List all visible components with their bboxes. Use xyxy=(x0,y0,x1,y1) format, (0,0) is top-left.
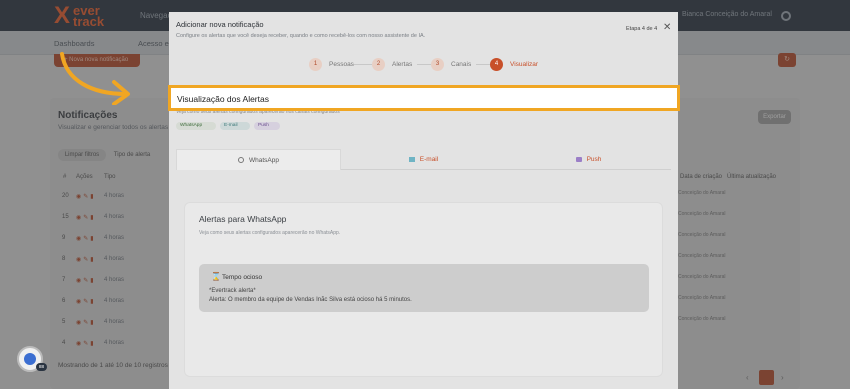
section-title-highlight: Visualização dos Alertas xyxy=(168,85,680,111)
stepper: 1 Pessoas 2 Alertas 3 Canais 4 Visualiza… xyxy=(309,58,549,72)
hourglass-icon: ⌛ xyxy=(211,272,221,281)
channel-tabs: WhatsApp E-mail Push xyxy=(176,149,671,170)
help-badge: 88 xyxy=(36,363,47,371)
panel-title: Alertas para WhatsApp xyxy=(199,214,287,224)
tab-push[interactable]: Push xyxy=(506,149,671,170)
panel-subtitle: Veja como seus alertas configurados apar… xyxy=(199,230,341,236)
tab-email[interactable]: E-mail xyxy=(341,149,506,170)
chip-whatsapp: WhatsApp xyxy=(176,122,216,130)
whatsapp-icon xyxy=(238,157,244,164)
alert-name: Tempo ocioso xyxy=(222,274,263,281)
pointer-arrow-icon xyxy=(60,52,130,105)
tab-whatsapp[interactable]: WhatsApp xyxy=(176,149,341,170)
close-icon[interactable]: ✕ xyxy=(663,23,671,33)
chip-push: Push xyxy=(254,122,280,130)
bell-icon xyxy=(575,156,582,162)
chip-email: E-mail xyxy=(220,122,250,130)
alert-message-header: *Evertrack alerta* xyxy=(209,288,256,294)
modal-subtitle: Configure os alertas que você deseja rec… xyxy=(176,33,426,39)
alert-preview-card: ⌛ Tempo ocioso *Evertrack alerta* Alerta… xyxy=(199,264,649,312)
add-notification-modal: Adicionar nova notificação Configure os … xyxy=(169,12,678,389)
modal-title: Adicionar nova notificação xyxy=(176,20,264,29)
step-indicator: Etapa 4 de 4 xyxy=(626,26,658,32)
mail-icon xyxy=(408,156,415,162)
section-title: Visualização dos Alertas xyxy=(177,94,269,104)
alert-message-body: Alerta: O membro da equipe de Vendas Inã… xyxy=(209,297,412,303)
whatsapp-preview-panel: Alertas para WhatsApp Veja como seus ale… xyxy=(184,202,663,377)
